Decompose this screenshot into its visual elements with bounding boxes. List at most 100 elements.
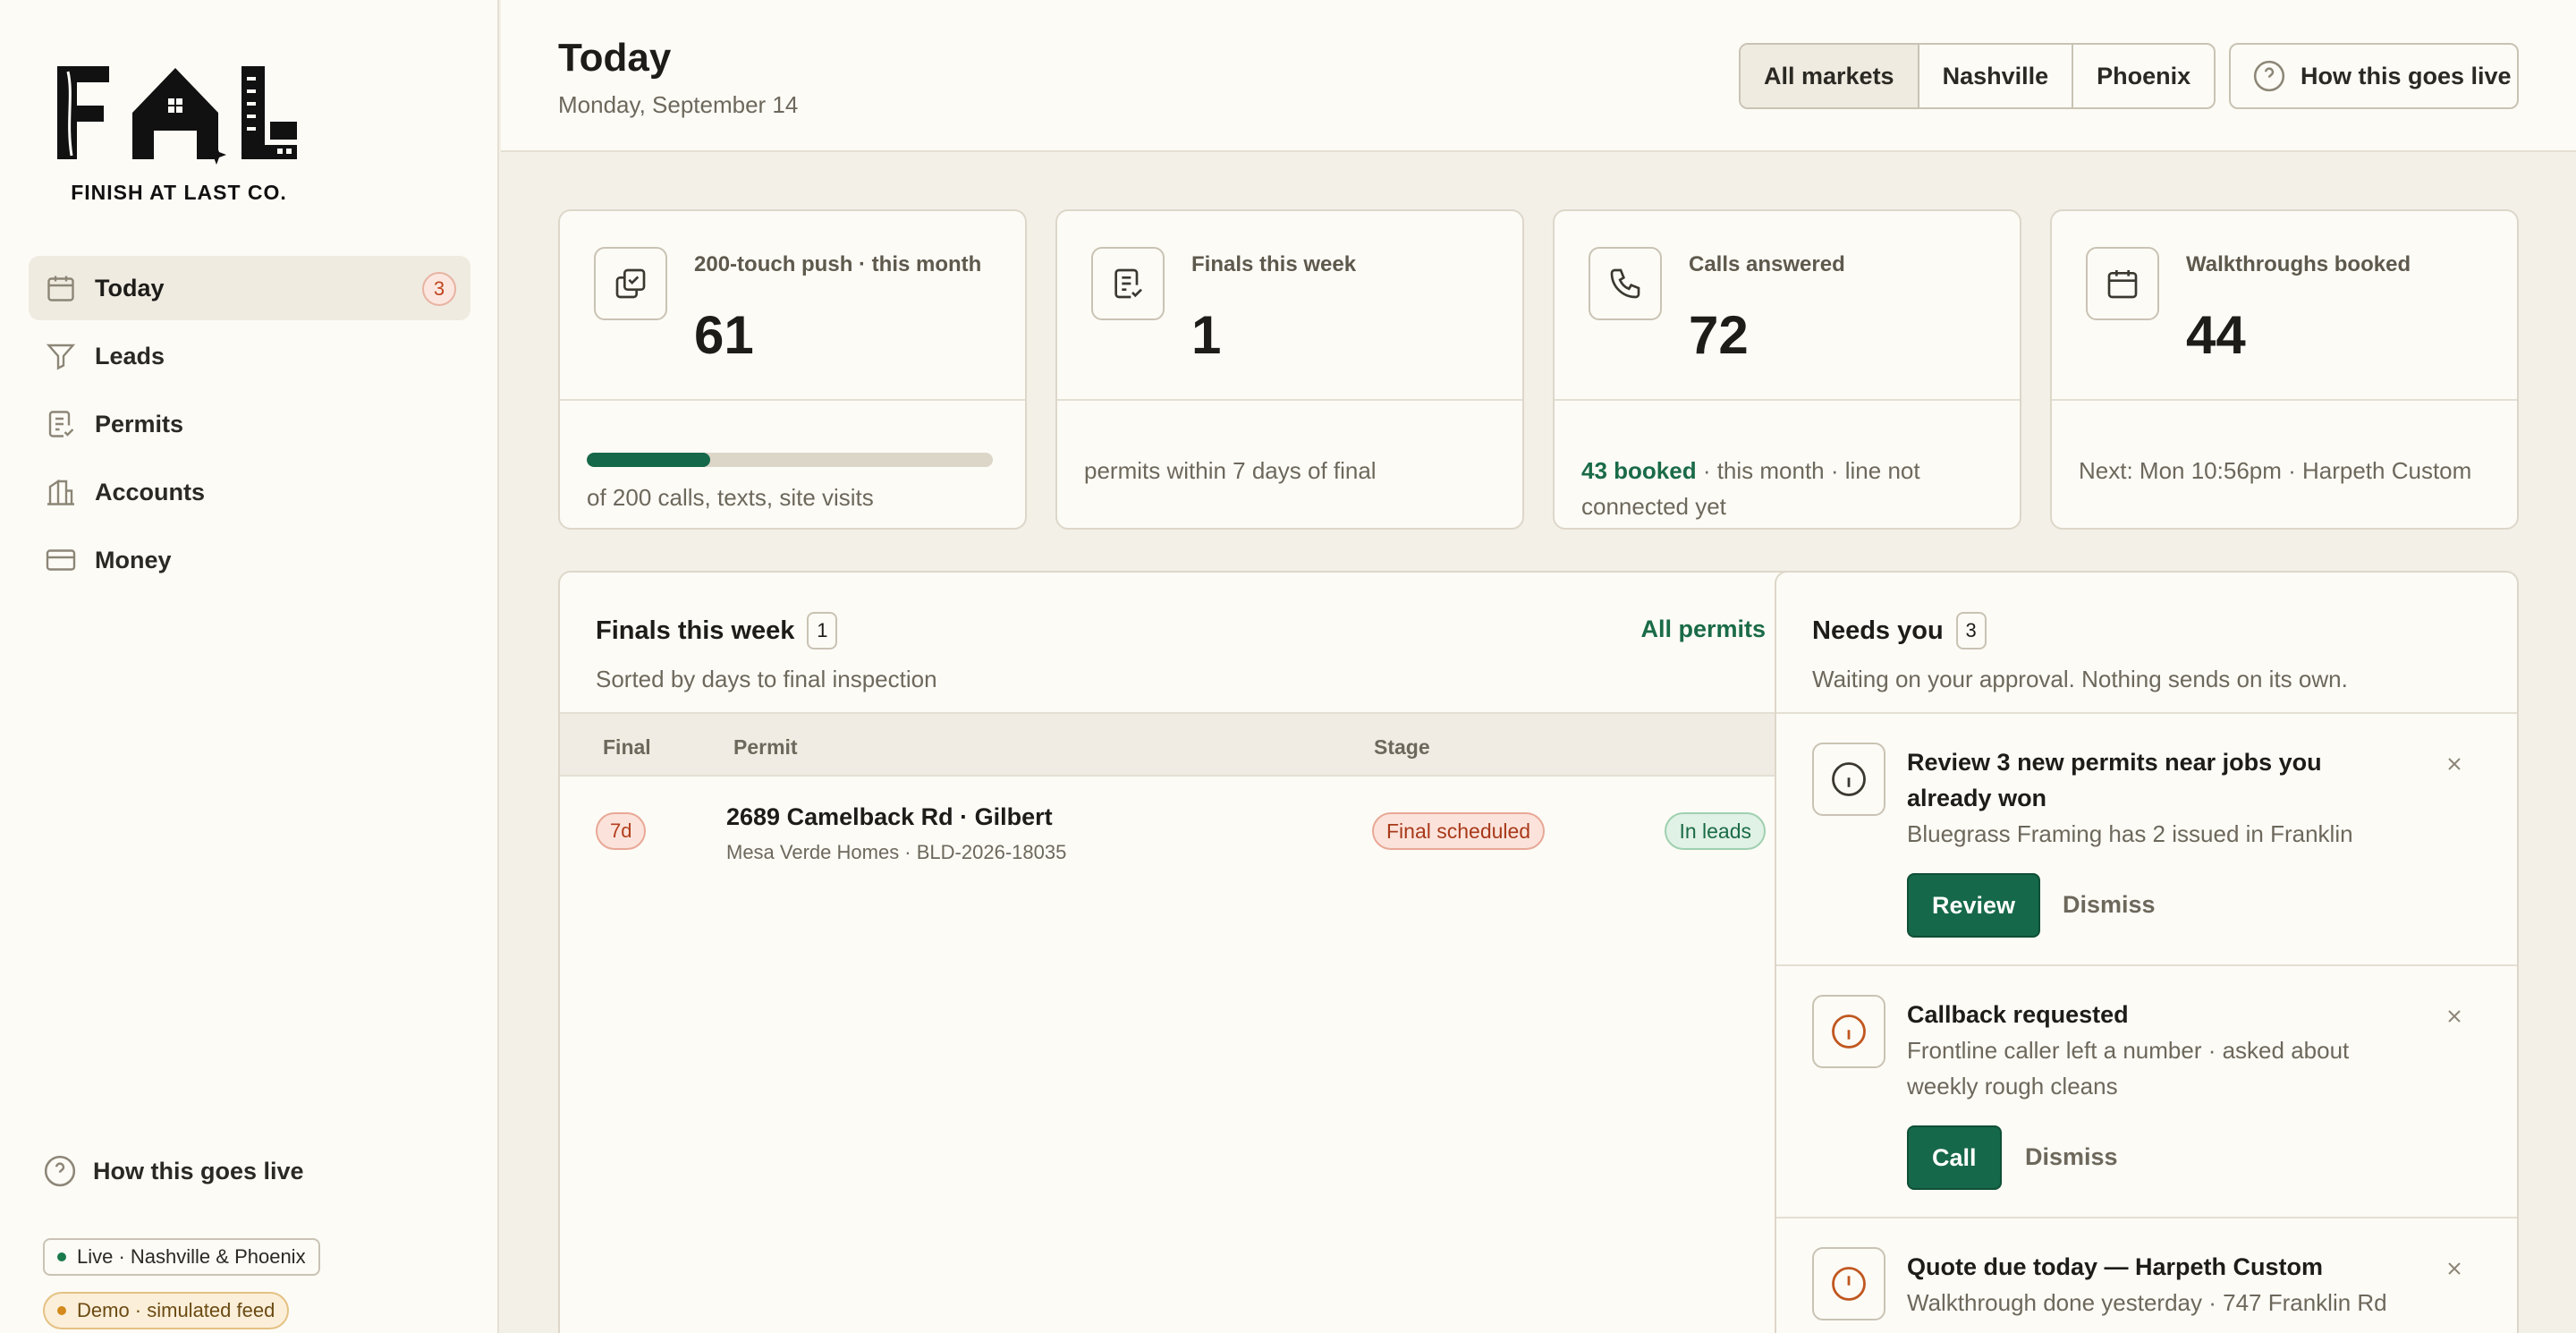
sidebar-nav: Today 3 Leads Permits Accounts Money xyxy=(29,256,470,596)
divider xyxy=(560,399,1025,401)
sidebar-item-money[interactable]: Money xyxy=(29,528,470,592)
calendar-icon xyxy=(47,276,74,301)
main-content: Today Monday, September 14 All markets N… xyxy=(501,0,2576,1333)
card-title: Quote due today — Harpeth Custom xyxy=(1907,1253,2324,1280)
sidebar-item-label: Accounts xyxy=(95,478,206,505)
sidebar-item-permits[interactable]: Permits xyxy=(29,392,470,456)
action-card-quote-due: Quote due today — Harpeth Custom Walkthr… xyxy=(1776,1217,2517,1333)
info-icon xyxy=(1812,743,1885,816)
card-subtitle: Walkthrough done yesterday · 747 Frankli… xyxy=(1907,1289,2387,1316)
calendar-icon xyxy=(2086,247,2159,320)
sidebar-item-label: Today xyxy=(95,274,165,301)
panel-title: Finals this week 1 xyxy=(596,612,838,650)
stat-label: Finals this week xyxy=(1191,252,1357,276)
panel-title: Needs you 3 xyxy=(1812,612,1987,650)
stat-card-touch-push: 200-touch push · this month 61 of 200 ca… xyxy=(558,209,1027,530)
status-dot-icon xyxy=(57,1306,66,1315)
notification-badge: 3 xyxy=(422,272,456,306)
review-button[interactable]: Review xyxy=(1907,873,2041,938)
credit-card-icon xyxy=(46,549,76,571)
logo-text: FINISH AT LAST CO. xyxy=(71,181,287,204)
card-subtitle: Bluegrass Framing has 2 issued in Frankl… xyxy=(1907,820,2353,847)
panel-subtitle: Waiting on your approval. Nothing sends … xyxy=(1812,666,2348,692)
page-header: Today Monday, September 14 All markets N… xyxy=(501,0,2576,152)
sidebar-item-label: Permits xyxy=(95,410,184,437)
market-selector: All markets Nashville Phoenix xyxy=(1739,43,2216,109)
page-title: Today xyxy=(558,36,672,80)
finals-title: Finals this week xyxy=(596,616,795,645)
stat-card-walkthroughs: Walkthroughs booked 44 Next: Mon 10:56pm… xyxy=(2050,209,2519,530)
progress-fill xyxy=(587,453,711,467)
status-badge-live: Live · Nashville & Phoenix xyxy=(43,1238,320,1276)
count-badge: 3 xyxy=(1955,612,1987,650)
permit-address: 2689 Camelback Rd · Gilbert xyxy=(726,803,1053,830)
status-dot-icon xyxy=(57,1252,66,1261)
sidebar-item-leads[interactable]: Leads xyxy=(29,324,470,388)
sidebar-item-today[interactable]: Today 3 xyxy=(29,256,470,320)
stat-label: Calls answered xyxy=(1689,252,1845,276)
info-icon xyxy=(1812,995,1885,1068)
booked-count: 43 booked xyxy=(1581,457,1697,484)
needs-you-panel: Needs you 3 Waiting on your approval. No… xyxy=(1775,571,2519,1333)
dismiss-button[interactable]: Dismiss xyxy=(2063,891,2156,919)
table-header: Final Permit Stage xyxy=(560,712,1801,777)
stat-footer: permits within 7 days of final xyxy=(1084,457,1377,484)
stat-footer: 43 booked · this month · line not connec… xyxy=(1581,453,1993,524)
table-row[interactable]: 7d 2689 Camelback Rd · Gilbert Mesa Verd… xyxy=(560,777,1801,893)
stat-value: 1 xyxy=(1191,305,1222,365)
stat-footer: of 200 calls, texts, site visits xyxy=(587,484,874,511)
filter-icon xyxy=(46,344,76,370)
close-icon[interactable] xyxy=(2444,753,2465,775)
stat-value: 72 xyxy=(1689,305,1749,365)
stat-label: 200-touch push · this month xyxy=(694,252,982,276)
sidebar-item-label: Money xyxy=(95,546,172,573)
how-this-goes-live-label: How this goes live xyxy=(2301,62,2512,89)
checklist-copy-icon xyxy=(594,247,667,320)
document-check-icon xyxy=(1091,247,1165,320)
stat-card-finals-week: Finals this week 1 permits within 7 days… xyxy=(1055,209,1524,530)
sidebar-help-link[interactable]: How this goes live xyxy=(43,1154,304,1188)
stat-value: 44 xyxy=(2186,305,2246,365)
finals-panel: Finals this week 1 Sorted by days to fin… xyxy=(558,571,1803,1333)
status-badge-demo: Demo · simulated feed xyxy=(43,1292,290,1329)
column-header-stage: Stage xyxy=(1374,735,1430,759)
stat-value: 61 xyxy=(694,305,754,365)
stage-badge: Final scheduled xyxy=(1372,812,1546,850)
help-circle-icon xyxy=(44,1155,76,1187)
sidebar-item-label: Leads xyxy=(95,342,165,369)
stat-card-calls: Calls answered 72 43 booked · this month… xyxy=(1553,209,2021,530)
market-option-nashville[interactable]: Nashville xyxy=(1919,45,2074,107)
document-check-icon xyxy=(48,411,74,437)
call-button[interactable]: Call xyxy=(1907,1125,2002,1190)
stat-label: Walkthroughs booked xyxy=(2186,252,2411,276)
divider xyxy=(1057,399,1522,401)
permit-meta: Mesa Verde Homes · BLD-2026-18035 xyxy=(726,841,1067,863)
building-icon xyxy=(47,479,74,505)
phone-icon xyxy=(1589,247,1662,320)
action-card-callback: Callback requested Frontline caller left… xyxy=(1776,964,2517,1217)
stat-footer: Next: Mon 10:56pm · Harpeth Custom xyxy=(2079,457,2472,484)
brand-logo[interactable]: FINISH AT LAST CO. xyxy=(54,59,304,211)
status-demo-label: Demo · simulated feed xyxy=(77,1299,275,1321)
sidebar-item-accounts[interactable]: Accounts xyxy=(29,460,470,524)
all-permits-link[interactable]: All permits xyxy=(1640,616,1766,643)
market-option-all[interactable]: All markets xyxy=(1741,45,1919,107)
help-label: How this goes live xyxy=(93,1157,304,1184)
card-subtitle: Frontline caller left a number · asked a… xyxy=(1907,1037,2350,1100)
card-title: Review 3 new permits near jobs you alrea… xyxy=(1907,749,2322,811)
count-badge: 1 xyxy=(807,612,838,650)
sidebar: FINISH AT LAST CO. Today 3 Leads Permits… xyxy=(0,0,499,1333)
action-card-review-permits: Review 3 new permits near jobs you alrea… xyxy=(1776,712,2517,964)
progress-bar xyxy=(587,453,993,467)
how-this-goes-live-button[interactable]: How this goes live xyxy=(2229,43,2519,109)
close-icon[interactable] xyxy=(2444,1258,2465,1279)
close-icon[interactable] xyxy=(2444,1006,2465,1027)
dismiss-button[interactable]: Dismiss xyxy=(2025,1143,2118,1171)
logo-mark-icon xyxy=(57,66,297,168)
column-header-final: Final xyxy=(603,735,651,759)
status-live-label: Live · Nashville & Phoenix xyxy=(77,1245,306,1268)
market-option-phoenix[interactable]: Phoenix xyxy=(2073,45,2214,107)
page-date: Monday, September 14 xyxy=(558,91,799,118)
alert-icon xyxy=(1812,1247,1885,1320)
divider xyxy=(1555,399,2020,401)
